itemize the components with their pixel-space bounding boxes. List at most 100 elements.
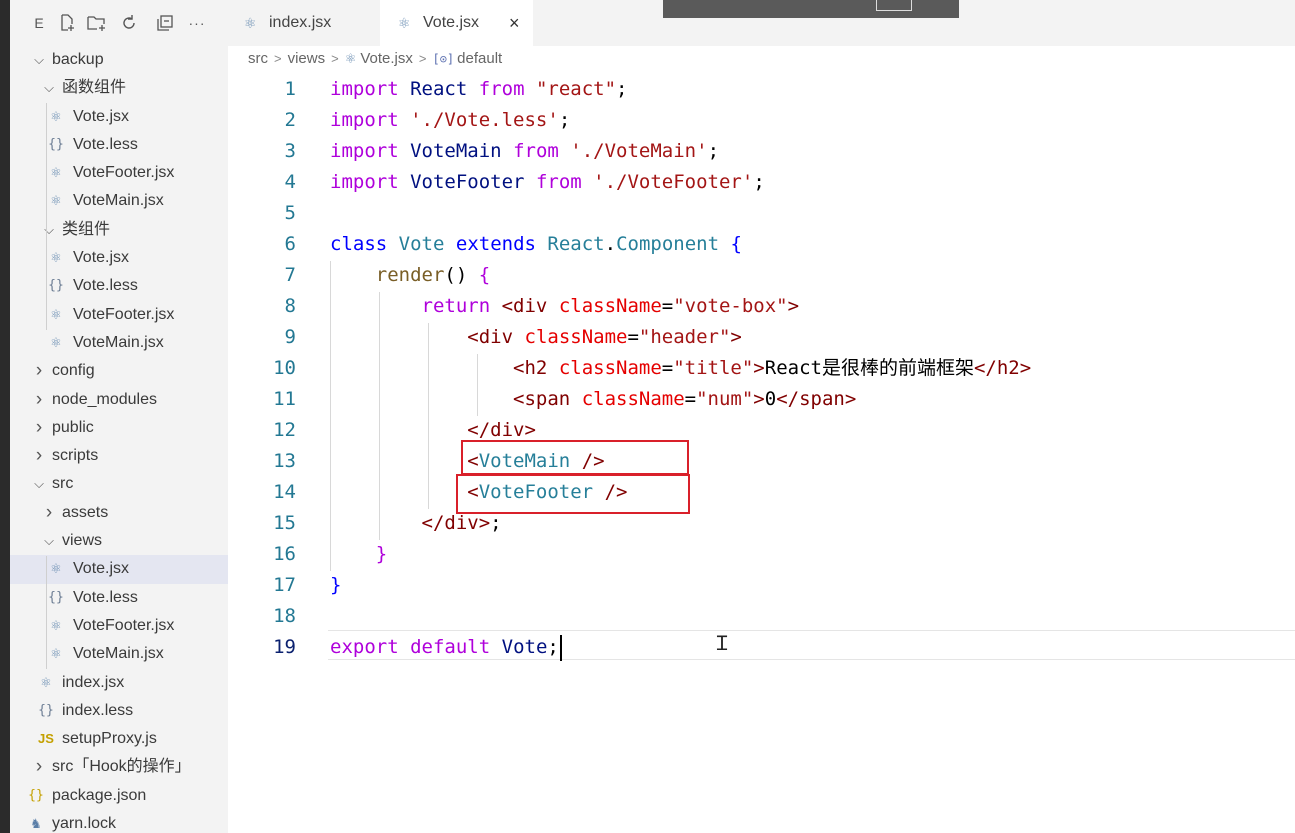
react-icon: ⚛ [50,108,62,124]
chevron-right-icon[interactable]: › [32,357,46,385]
tree-folder[interactable]: ⌵ 函数组件 [10,74,228,102]
tree-item-label: 函数组件 [62,79,127,97]
chevron-right-icon[interactable]: › [42,499,56,527]
code-text: import VoteFooter from './VoteFooter'; [330,167,765,198]
chevron-right-icon[interactable]: › [32,414,46,442]
tree-item-label: Vote.jsx [73,560,130,578]
tree-file[interactable]: {} Vote.less [10,272,228,300]
tab-index-jsx[interactable]: ⚛ index.jsx [228,0,380,46]
less-file-icon: {} [48,136,64,152]
tree-item-label: public [52,418,94,436]
chevron-down-icon[interactable]: ⌵ [42,527,56,555]
more-actions-icon[interactable]: ··· [186,12,208,34]
breadcrumb: src > views > ⚛ Vote.jsx > [⊙] default [248,50,502,72]
tree-file[interactable]: ⚛ Vote.jsx [10,103,228,131]
chevron-down-icon[interactable]: ⌵ [32,470,46,498]
tree-folder[interactable]: › scripts [10,442,228,470]
line-number: 7 [284,264,296,286]
tree-file[interactable]: ⚛ Vote.jsx [10,244,228,272]
code-line: 8 return <div className="vote-box"> [228,291,1295,322]
tree-folder[interactable]: ⌵ src [10,470,228,498]
code-line: 11 <span className="num">0</span> [228,384,1295,415]
tree-file[interactable]: {} Vote.less [10,584,228,612]
refresh-icon[interactable] [118,12,140,34]
tree-folder[interactable]: ⌵ views [10,527,228,555]
code-token: React [410,78,468,100]
tree-file[interactable]: ⚛ VoteFooter.jsx [10,612,228,640]
tree-folder[interactable]: › public [10,414,228,442]
tree-file[interactable]: ⚛ VoteFooter.jsx [10,159,228,187]
chevron-down-icon[interactable]: ⌵ [42,74,56,102]
tree-folder[interactable]: › config [10,357,228,385]
react-icon: ⚛ [50,193,62,209]
tree-file[interactable]: ⚛ VoteFooter.jsx [10,301,228,329]
tree-file[interactable]: ⚛ VoteMain.jsx [10,640,228,668]
chevron-down-icon[interactable]: ⌵ [32,46,46,74]
chevron-right-icon[interactable]: › [32,386,46,414]
tab-vote-jsx[interactable]: ⚛ Vote.jsx × [380,0,533,46]
tree-file[interactable]: ♞ yarn.lock [10,810,228,833]
breadcrumb-item-symbol[interactable]: default [457,50,502,67]
code-token: className [558,295,662,317]
code-token: </div> [467,419,536,441]
close-icon[interactable]: × [509,0,520,46]
tree-item-label: 类组件 [62,220,111,238]
file-tree: ⌵ backup ⌵ 函数组件 ⚛ Vote.jsx{} Vote.less ⚛ VoteFoo… [10,46,228,833]
tree-folder[interactable]: › node_modules [10,386,228,414]
tree-file[interactable]: {} index.less [10,697,228,725]
tree-file[interactable]: ⚛ VoteMain.jsx [10,329,228,357]
code-token: ; [558,109,571,131]
tab-label: index.jsx [269,14,332,31]
breadcrumb-item-src[interactable]: src [248,50,268,67]
tree-item-label: VoteFooter.jsx [73,164,175,182]
chevron-right-icon[interactable]: › [32,753,46,781]
tree-item-label: yarn.lock [52,815,117,833]
tree-file[interactable]: ⚛ index.jsx [10,669,228,697]
code-token: "header" [638,326,731,348]
code-line: 19 export default Vote; [228,632,1295,663]
code-editor[interactable]: 1 import React from "react"; 2 import './Vo… [228,74,1295,833]
tree-file[interactable]: ⚛ Vote.jsx [10,555,228,584]
code-token: </span> [776,388,857,410]
tree-item-label: Vote.less [73,277,138,295]
code-token: > [753,388,765,410]
code-token: render [375,264,445,286]
line-number: 1 [284,78,296,100]
tree-indent-guide [46,103,47,330]
code-token: = [627,326,639,348]
tree-folder[interactable]: ⌵ 类组件 [10,216,228,244]
activity-bar-edge [0,0,10,833]
tree-file[interactable]: ⚛ VoteMain.jsx [10,187,228,215]
tree-file[interactable]: {} package.json [10,782,228,810]
breadcrumb-item-file[interactable]: Vote.jsx [360,50,413,67]
new-folder-icon[interactable] [86,12,108,34]
yarn-icon: ♞ [30,816,42,832]
breadcrumb-item-views[interactable]: views [288,50,326,67]
tree-folder[interactable]: › assets [10,499,228,527]
tree-item-label: assets [62,503,109,521]
code-line: 10 <h2 className="title">React是很棒的前端框架</… [228,353,1295,384]
tree-folder[interactable]: ⌵ backup [10,46,228,74]
chevron-right-icon[interactable]: › [32,442,46,470]
tree-file[interactable]: JS setupProxy.js [10,725,228,753]
collapse-all-icon[interactable] [154,12,176,34]
code-token: { [478,264,491,286]
new-file-icon[interactable] [56,12,78,34]
line-number: 8 [284,295,296,317]
code-text: } [330,570,341,601]
code-token: } [375,543,388,565]
code-text: <div className="header"> [330,322,742,353]
tree-file[interactable]: {} Vote.less [10,131,228,159]
line-number: 17 [273,574,296,596]
code-token: VoteMain [410,140,502,162]
tree-folder[interactable]: › src「Hook的操作」 [10,753,228,781]
code-token: <div [501,295,548,317]
chevron-down-icon[interactable]: ⌵ [42,216,56,244]
